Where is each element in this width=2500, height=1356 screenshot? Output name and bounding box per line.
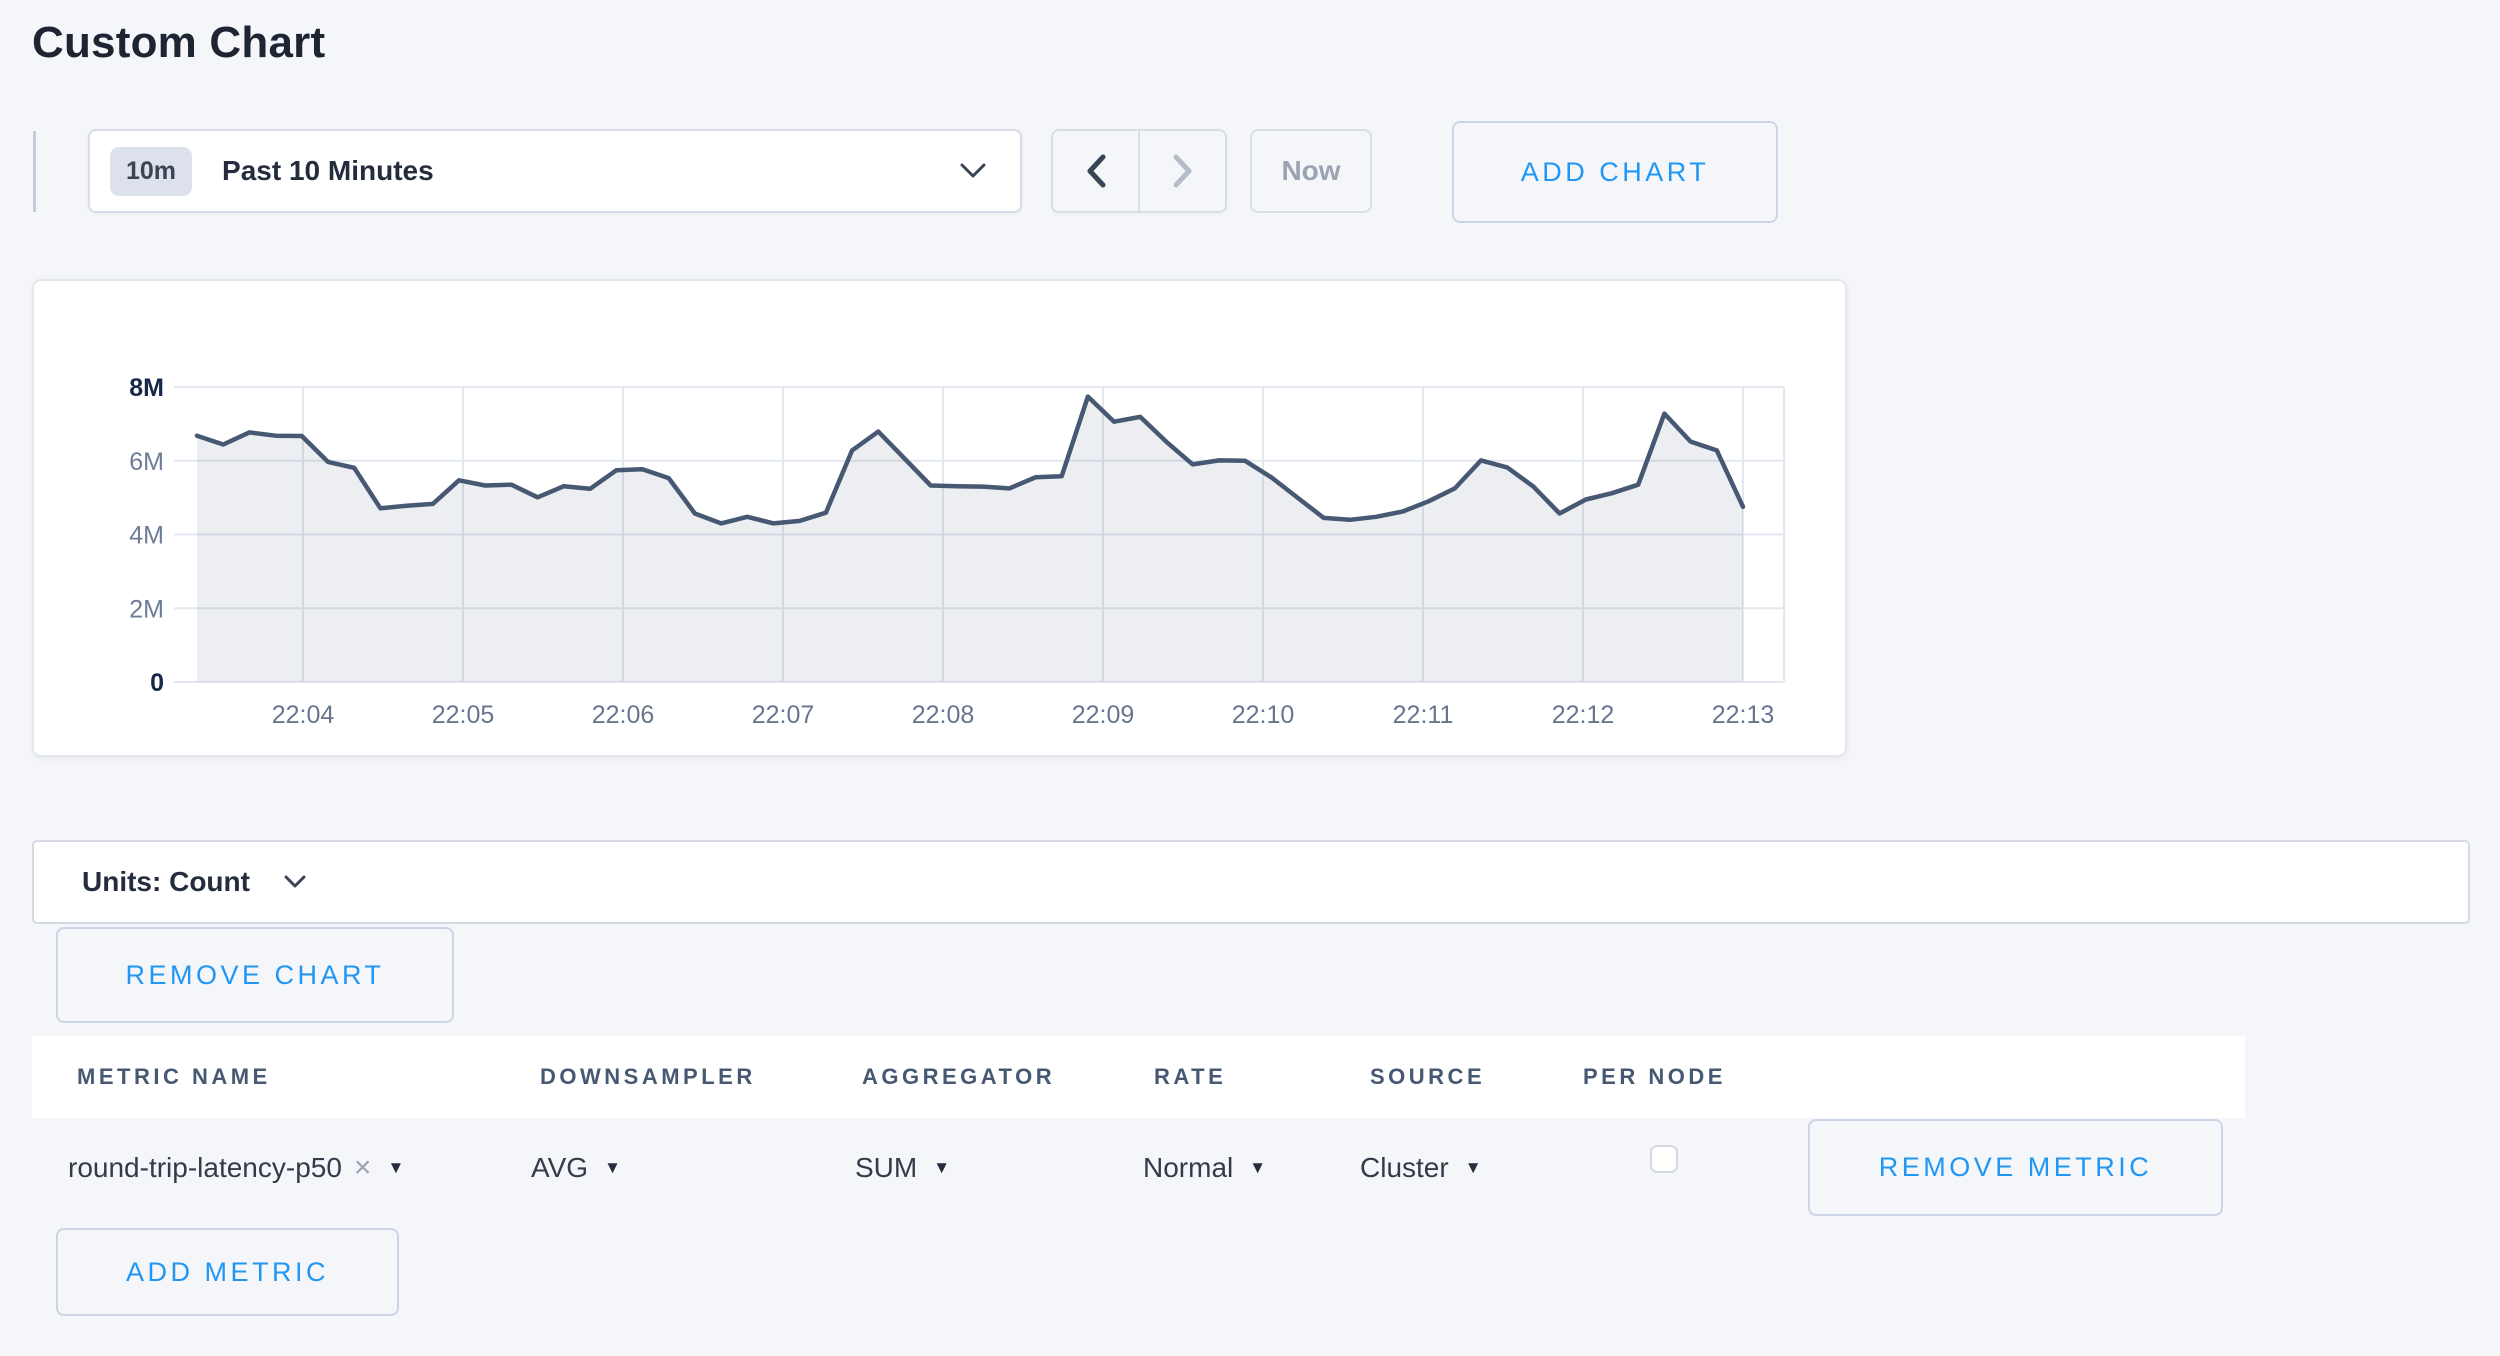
svg-text:22:08: 22:08 <box>912 701 975 729</box>
remove-metric-button[interactable]: REMOVE METRIC <box>1808 1119 2223 1216</box>
time-range-label: Past 10 Minutes <box>222 155 960 187</box>
time-range-select[interactable]: 10m Past 10 Minutes <box>88 129 1022 213</box>
source-select[interactable]: Cluster ▼ <box>1360 1140 1482 1196</box>
caret-down-icon: ▼ <box>387 1158 404 1178</box>
remove-chart-button[interactable]: REMOVE CHART <box>56 927 454 1023</box>
toolbar-left-rule <box>33 131 36 212</box>
per-node-checkbox[interactable] <box>1650 1145 1678 1173</box>
prev-time-button[interactable] <box>1053 131 1138 211</box>
column-header-metric-name: METRIC NAME <box>77 1064 271 1090</box>
metric-name-select[interactable]: round-trip-latency-p50 × ▼ <box>68 1140 404 1196</box>
svg-text:6M: 6M <box>129 448 164 476</box>
chart-y-axis-labels: 8M 6M 4M 2M 0 <box>129 374 164 697</box>
downsampler-value: AVG <box>531 1152 588 1184</box>
caret-down-icon: ▼ <box>1249 1158 1266 1178</box>
chevron-down-icon <box>960 163 986 179</box>
chart-area-series <box>197 397 1743 682</box>
svg-text:22:10: 22:10 <box>1232 701 1295 729</box>
svg-text:2M: 2M <box>129 595 164 623</box>
now-button[interactable]: Now <box>1250 129 1372 213</box>
caret-down-icon: ▼ <box>933 1158 950 1178</box>
column-header-rate: RATE <box>1154 1064 1226 1090</box>
next-time-button[interactable] <box>1138 131 1225 211</box>
aggregator-select[interactable]: SUM ▼ <box>855 1140 950 1196</box>
page-title: Custom Chart <box>32 18 325 68</box>
units-label: Units: Count <box>82 866 250 898</box>
rate-value: Normal <box>1143 1152 1233 1184</box>
rate-select[interactable]: Normal ▼ <box>1143 1140 1266 1196</box>
chevron-left-icon <box>1086 154 1106 188</box>
column-header-per-node: PER NODE <box>1583 1064 1726 1090</box>
add-metric-button[interactable]: ADD METRIC <box>56 1228 399 1316</box>
column-header-source: SOURCE <box>1370 1064 1485 1090</box>
metric-name-value: round-trip-latency-p50 <box>68 1152 342 1184</box>
chart-canvas[interactable]: 8M 6M 4M 2M 0 22:04 22:05 22:06 22:07 22:08 22:09… <box>34 281 1845 755</box>
units-dropdown[interactable]: Units: Count <box>32 840 2470 924</box>
caret-down-icon: ▼ <box>1465 1158 1482 1178</box>
time-nav-group <box>1051 129 1227 213</box>
column-header-downsampler: DOWNSAMPLER <box>540 1064 756 1090</box>
time-range-badge: 10m <box>110 147 192 196</box>
clear-metric-icon[interactable]: × <box>354 1151 372 1185</box>
caret-down-icon: ▼ <box>604 1158 621 1178</box>
svg-text:22:09: 22:09 <box>1072 701 1135 729</box>
source-value: Cluster <box>1360 1152 1449 1184</box>
svg-text:8M: 8M <box>129 374 164 402</box>
column-header-aggregator: AGGREGATOR <box>862 1064 1055 1090</box>
svg-text:22:12: 22:12 <box>1552 701 1615 729</box>
aggregator-value: SUM <box>855 1152 917 1184</box>
custom-chart-page: Custom Chart 10m Past 10 Minutes Now ADD… <box>0 0 2500 1356</box>
chart-x-axis-labels: 22:04 22:05 22:06 22:07 22:08 22:09 22:10 22:11… <box>272 701 1775 729</box>
chevron-down-icon <box>284 875 306 889</box>
downsampler-select[interactable]: AVG ▼ <box>531 1140 621 1196</box>
svg-text:22:06: 22:06 <box>592 701 655 729</box>
add-chart-button[interactable]: ADD CHART <box>1452 121 1778 223</box>
svg-text:22:05: 22:05 <box>432 701 495 729</box>
chart-card: 8M 6M 4M 2M 0 22:04 22:05 22:06 22:07 22:08 22:09… <box>32 279 1847 757</box>
metrics-table-header <box>32 1036 2245 1118</box>
svg-text:4M: 4M <box>129 522 164 550</box>
svg-text:22:07: 22:07 <box>752 701 815 729</box>
svg-text:22:13: 22:13 <box>1712 701 1775 729</box>
svg-text:22:04: 22:04 <box>272 701 335 729</box>
svg-text:22:11: 22:11 <box>1393 701 1454 729</box>
chevron-right-icon <box>1173 154 1193 188</box>
svg-text:0: 0 <box>150 669 164 697</box>
